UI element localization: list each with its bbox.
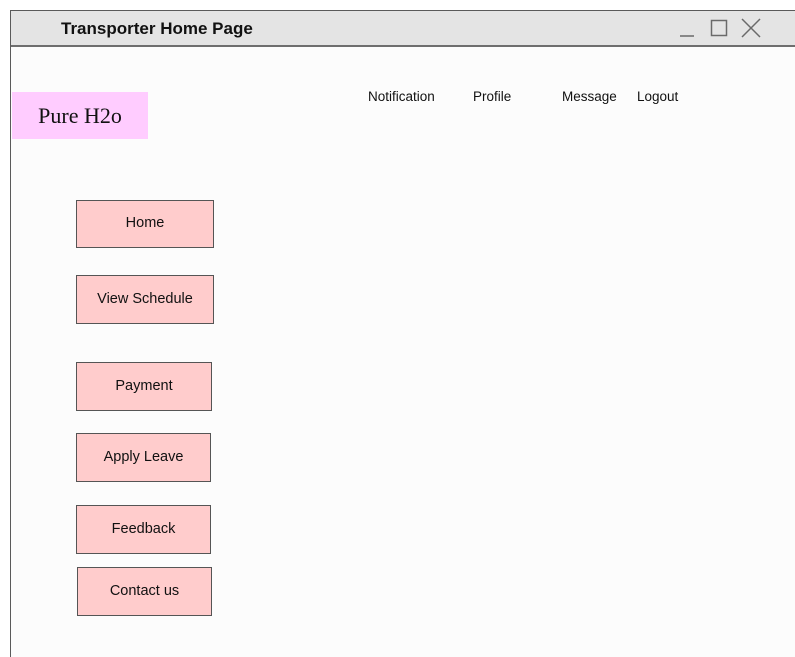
contact-us-button[interactable]: Contact us xyxy=(77,567,212,616)
close-icon[interactable] xyxy=(741,17,761,39)
view-schedule-button[interactable]: View Schedule xyxy=(76,275,214,324)
nav-message-link[interactable]: Message xyxy=(562,89,617,104)
apply-leave-button[interactable]: Apply Leave xyxy=(76,433,211,482)
nav-notification-link[interactable]: Notification xyxy=(368,89,435,104)
app-window: Transporter Home Page Pure H2o Notificat… xyxy=(10,10,795,657)
nav-logout-link[interactable]: Logout xyxy=(637,89,678,104)
feedback-button[interactable]: Feedback xyxy=(76,505,211,554)
nav-profile-link[interactable]: Profile xyxy=(473,89,511,104)
brand-logo: Pure H2o xyxy=(12,92,148,139)
home-button[interactable]: Home xyxy=(76,200,214,248)
window-title: Transporter Home Page xyxy=(61,19,253,38)
minimize-icon[interactable] xyxy=(679,17,695,39)
title-bar: Transporter Home Page xyxy=(11,11,795,47)
maximize-icon[interactable] xyxy=(710,17,728,39)
payment-button[interactable]: Payment xyxy=(76,362,212,411)
